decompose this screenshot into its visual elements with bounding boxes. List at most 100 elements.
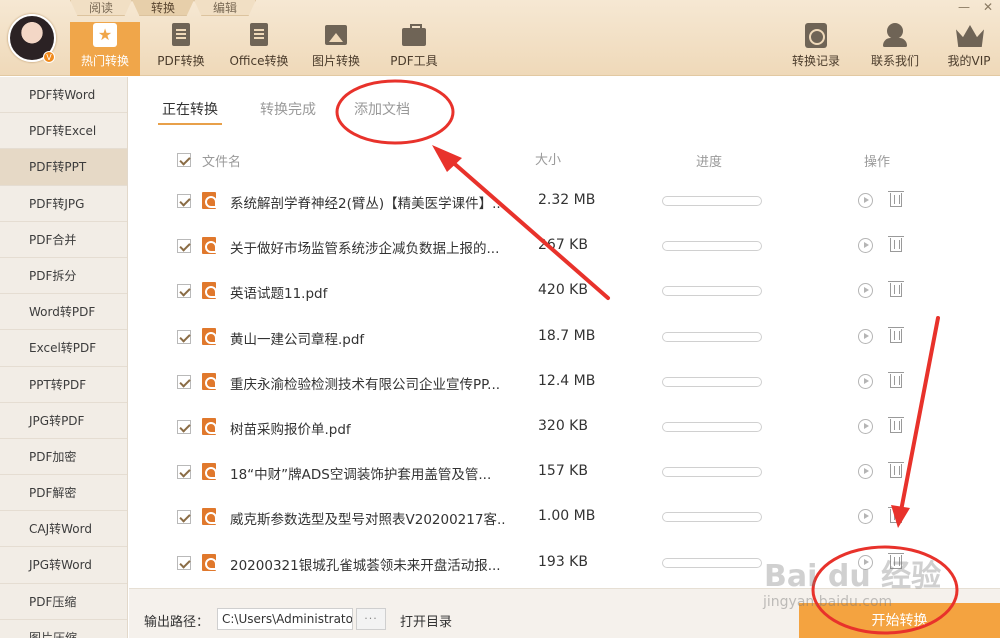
nav-pdf-tools[interactable]: PDF工具	[379, 22, 449, 74]
table-row[interactable]: 18“中财”牌ADS空调装饰护套用盖管及管... 157 KB	[129, 449, 1000, 494]
row-checkbox[interactable]	[177, 284, 191, 299]
pdf-file-icon	[202, 508, 217, 526]
tab-converting[interactable]: 正在转换	[158, 99, 222, 125]
play-icon[interactable]	[858, 193, 873, 208]
sidebar-item-pdf-decrypt[interactable]: PDF解密	[0, 475, 127, 512]
table-row[interactable]: 重庆永渝检验检测技术有限公司企业宣传PP... 12.4 MB	[129, 359, 1000, 404]
minimize-button[interactable]: —	[952, 0, 976, 16]
sidebar-item-image-compress[interactable]: 图片压缩	[0, 620, 127, 638]
sidebar-item-pdf-compress[interactable]: PDF压缩	[0, 584, 127, 620]
play-icon[interactable]	[858, 373, 873, 389]
row-checkbox[interactable]	[177, 555, 191, 570]
trash-icon[interactable]	[888, 236, 904, 253]
tab-completed[interactable]: 转换完成	[260, 99, 316, 125]
trash-icon[interactable]	[888, 371, 904, 388]
pdf-doc-icon	[168, 22, 194, 48]
sidebar-item-word-to-pdf[interactable]: Word转PDF	[0, 294, 127, 331]
file-name: 重庆永渝检验检测技术有限公司企业宣传PP...	[230, 376, 501, 393]
output-path-field[interactable]: C:\Users\Administrator	[217, 608, 353, 630]
sidebar-item-jpg-to-word[interactable]: JPG转Word	[0, 547, 127, 584]
row-checkbox[interactable]	[177, 329, 191, 344]
nav-office-convert[interactable]: Office转换	[224, 22, 294, 74]
file-name: 系统解剖学脊神经2(臂丛)【精美医学课件】...	[230, 196, 505, 212]
file-name: 20200321银城孔雀城荟领未来开盘活动报...	[230, 557, 501, 574]
sidebar-item-pdf-to-jpg[interactable]: PDF转JPG	[0, 186, 127, 222]
pdf-file-icon	[202, 418, 217, 435]
nav-label: 联系我们	[870, 54, 919, 68]
trash-icon[interactable]	[888, 462, 904, 479]
table-row[interactable]: 黄山一建公司章程.pdf 18.7 MB	[129, 314, 1000, 359]
file-size: 267 KB	[538, 237, 588, 254]
sidebar-item-caj-to-word[interactable]: CAJ转Word	[0, 511, 127, 548]
file-name: 黄山一建公司章程.pdf	[230, 331, 365, 348]
support-person-icon	[882, 22, 908, 48]
sidebar-item-pdf-to-excel[interactable]: PDF转Excel	[0, 113, 127, 150]
close-button[interactable]: ✕	[976, 0, 1000, 16]
file-size: 420 KB	[538, 282, 588, 299]
row-checkbox[interactable]	[177, 420, 191, 434]
sidebar-item-pdf-to-ppt[interactable]: PDF转PPT	[0, 149, 127, 186]
nav-label: 转换记录	[791, 54, 840, 68]
nav-image-convert[interactable]: 图片转换	[301, 22, 371, 74]
progress-bar	[662, 512, 762, 523]
trash-icon[interactable]	[888, 191, 904, 207]
row-checkbox[interactable]	[177, 465, 191, 480]
select-all-checkbox[interactable]	[177, 153, 191, 167]
pdf-file-icon	[202, 282, 217, 300]
column-header-progress: 进度	[696, 155, 723, 170]
top-tab-convert[interactable]: 转换	[132, 0, 194, 16]
sidebar-item-pdf-to-word[interactable]: PDF转Word	[0, 77, 127, 114]
pdf-file-icon	[202, 463, 217, 481]
file-size: 157 KB	[538, 463, 588, 480]
trash-icon[interactable]	[888, 417, 904, 433]
row-checkbox[interactable]	[177, 374, 191, 389]
play-icon[interactable]	[858, 419, 873, 434]
row-checkbox[interactable]	[177, 510, 191, 525]
nav-label: PDF转换	[157, 54, 205, 68]
table-row[interactable]: 英语试题11.pdf 420 KB	[129, 268, 1000, 313]
file-name: 英语试题11.pdf	[230, 286, 328, 303]
sidebar-item-ppt-to-pdf[interactable]: PPT转PDF	[0, 367, 127, 403]
nav-history[interactable]: 转换记录	[781, 22, 851, 74]
sidebar-item-pdf-merge[interactable]: PDF合并	[0, 222, 127, 258]
vip-badge: V	[43, 51, 55, 63]
file-name: 威克斯参数选型及型号对照表V20200217客...	[230, 512, 505, 529]
row-checkbox[interactable]	[177, 239, 191, 254]
toolbox-icon	[401, 22, 427, 48]
window-controls: — ✕	[952, 0, 1000, 16]
table-row[interactable]: 关于做好市场监管系统涉企减负数据上报的... 267 KB	[129, 223, 1000, 268]
pdf-file-icon	[202, 192, 217, 209]
sidebar-item-jpg-to-pdf[interactable]: JPG转PDF	[0, 403, 127, 439]
tab-add-document[interactable]: 添加文档	[354, 99, 410, 125]
trash-icon[interactable]	[888, 507, 904, 524]
table-row[interactable]: 系统解剖学脊神经2(臂丛)【精美医学课件】... 2.32 MB	[129, 178, 1000, 223]
nav-vip[interactable]: 我的VIP	[938, 22, 1000, 74]
nav-contact[interactable]: 联系我们	[860, 22, 930, 74]
open-directory-link[interactable]: 打开目录	[400, 611, 452, 630]
sidebar-item-pdf-split[interactable]: PDF拆分	[0, 258, 127, 295]
nav-hot-convert[interactable]: ★ 热门转换	[70, 22, 140, 76]
play-icon[interactable]	[858, 238, 873, 254]
top-tab-read[interactable]: 阅读	[70, 0, 132, 16]
file-size: 320 KB	[538, 418, 588, 434]
office-doc-icon	[246, 22, 272, 48]
trash-icon[interactable]	[888, 281, 904, 298]
browse-button[interactable]: ···	[356, 608, 386, 630]
nav-label: PDF工具	[390, 54, 438, 68]
play-icon[interactable]	[858, 283, 873, 299]
nav-pdf-convert[interactable]: PDF转换	[146, 22, 216, 74]
sidebar-item-excel-to-pdf[interactable]: Excel转PDF	[0, 330, 127, 367]
table-row[interactable]: 树苗采购报价单.pdf 320 KB	[129, 404, 1000, 449]
top-tab-edit[interactable]: 编辑	[194, 0, 256, 16]
progress-bar	[662, 376, 762, 387]
file-size: 1.00 MB	[538, 508, 596, 525]
file-size: 193 KB	[538, 553, 588, 570]
table-row[interactable]: 威克斯参数选型及型号对照表V20200217客... 1.00 MB	[129, 494, 1000, 539]
play-icon[interactable]	[858, 328, 873, 344]
sidebar-item-pdf-encrypt[interactable]: PDF加密	[0, 439, 127, 476]
play-icon[interactable]	[858, 464, 873, 480]
crown-icon	[956, 22, 984, 48]
row-checkbox[interactable]	[177, 194, 191, 208]
trash-icon[interactable]	[888, 326, 904, 343]
play-icon[interactable]	[858, 509, 873, 525]
